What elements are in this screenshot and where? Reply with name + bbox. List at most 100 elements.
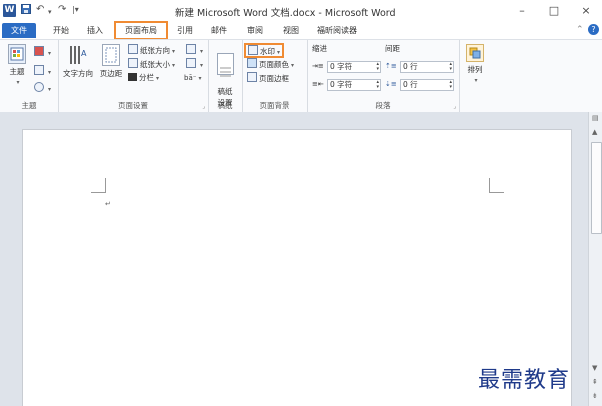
tab-mailings[interactable]: 邮件 [204,23,234,38]
theme-fonts-icon [34,65,44,75]
word-window: W ↶ ▾ ↷ |▾ 新建 Microsoft Word 文档.docx - M… [0,0,602,406]
size-button[interactable]: 纸张大小 ▾ [128,58,175,69]
columns-button[interactable]: 分栏 ▾ [128,72,159,83]
theme-colors-icon [34,46,44,56]
watermark-button[interactable]: 水印 ▾ [244,43,285,58]
indent-title: 缩进 [312,44,327,53]
group-paragraph: 缩进 间距 ⇥≡ 0 字符 ▴ ▾ ≡⇤ 0 字符 ▴ ▾ ⇡≡ 0 行 ▴ ▾ ⇣≡ 0 … [307,40,460,112]
previous-page-icon[interactable]: ⇞ [592,378,598,386]
page-color-button[interactable]: 页面颜色 ▾ [247,58,294,69]
theme-colors-button[interactable]: ▾ [34,46,51,57]
spacing-title: 间距 [385,44,400,53]
redo-icon[interactable]: ↷ [58,4,66,16]
brand-watermark-text: 最需教育 [478,368,571,393]
group-draft-paper: 稿纸 设置 稿纸 [208,40,243,112]
page-color-icon [247,58,257,68]
themes-dropdown-icon: ▾ [16,79,20,86]
tab-view[interactable]: 视图 [276,23,306,38]
breaks-button[interactable]: ▾ [186,44,203,55]
tab-review[interactable]: 审阅 [240,23,270,38]
theme-fonts-button[interactable]: ▾ [34,65,51,76]
title-bar: W ↶ ▾ ↷ |▾ 新建 Microsoft Word 文档.docx - M… [0,0,602,23]
watermark-icon [248,45,258,55]
spin-arrows-icon[interactable]: ▴ ▾ [376,80,379,90]
tab-file[interactable]: 文件 [2,23,36,38]
line-numbers-button[interactable]: ▾ [186,58,203,69]
spacing-after-input[interactable]: 0 行 ▴ ▾ [400,79,454,91]
breaks-icon [186,44,196,54]
theme-effects-button[interactable]: ▾ [34,82,51,93]
arrange-icon [466,44,484,62]
arrange-label: 排列 [467,65,483,74]
vertical-scrollbar[interactable]: ▤ ▲ ▼ ⇞ ⇟ [588,112,602,406]
svg-text:A: A [81,49,87,58]
spin-arrows-icon[interactable]: ▴ ▾ [376,62,379,72]
quick-access-dropdown-icon[interactable]: |▾ [72,4,79,16]
save-icon[interactable] [21,4,31,18]
scroll-down-icon[interactable]: ▼ [592,364,597,372]
themes-button[interactable]: 主题 ▾ [5,44,29,86]
page-color-label: 页面颜色 [259,60,289,69]
crop-mark-top-left [91,178,106,193]
group-paragraph-label: 段落 [375,101,391,110]
orientation-button[interactable]: 纸张方向 ▾ [128,44,175,55]
paragraph-mark-icon: ↵ [105,200,111,208]
margins-icon [102,44,120,66]
word-app-icon[interactable]: W [3,4,16,17]
paper-size-icon [128,58,138,68]
help-icon[interactable]: ? [588,24,599,35]
minimize-button[interactable]: – [510,3,534,19]
ribbon-page-layout: 主题 ▾ ▾ ▾ ▾ 主题 A 文字方向 页边距 纸张方向 ▾ 纸张大小 ▾ 分… [0,39,602,113]
theme-effects-icon [34,82,44,92]
orientation-icon [128,44,138,54]
spin-arrows-icon[interactable]: ▴ ▾ [449,62,452,72]
spacing-before-icon: ⇡≡ [385,62,397,70]
ruler-toggle-icon[interactable]: ▤ [592,114,599,122]
margins-button[interactable]: 页边距 [96,44,126,79]
spacing-after-icon: ⇣≡ [385,80,397,88]
ribbon-tab-bar: 文件 开始 插入 页面布局 引用 邮件 审阅 视图 福昕阅读器 ⌃ ? [0,21,602,40]
scroll-thumb[interactable] [591,142,602,234]
group-themes: 主题 ▾ ▾ ▾ ▾ 主题 [0,40,59,112]
tab-foxit-reader[interactable]: 福昕阅读器 [312,23,362,38]
group-arrange: 排列 ▾ [459,40,491,112]
maximize-button[interactable]: □ [542,3,566,19]
text-direction-button[interactable]: A 文字方向 [61,44,95,79]
spacing-before-input[interactable]: 0 行 ▴ ▾ [400,61,454,73]
undo-dropdown-icon[interactable]: ▾ [48,6,52,18]
page-border-label: 页面边框 [259,74,289,83]
arrange-button[interactable]: 排列 ▾ [463,44,487,84]
page-border-button[interactable]: 页面边框 [247,72,289,83]
columns-label: 分栏 [139,73,154,82]
watermark-label: 水印 [260,47,275,56]
size-label: 纸张大小 [140,60,170,69]
indent-left-input[interactable]: 0 字符 ▴ ▾ [327,61,381,73]
next-page-icon[interactable]: ⇟ [592,392,598,400]
scroll-up-icon[interactable]: ▲ [592,128,597,136]
group-page-setup: A 文字方向 页边距 纸张方向 ▾ 纸张大小 ▾ 分栏 ▾ ▾ ▾ bā⁻ ▾ ⌟ 页面… [58,40,209,112]
line-numbers-icon [186,58,196,68]
columns-icon [128,73,137,81]
group-page-setup-label: 页面设置 [118,101,148,110]
orientation-label: 纸张方向 [140,46,170,55]
window-title: 新建 Microsoft Word 文档.docx - Microsoft Wo… [175,8,396,19]
page-border-icon [247,72,257,82]
close-button[interactable]: × [574,3,598,19]
themes-label: 主题 [9,67,25,76]
undo-icon[interactable]: ↶ [36,4,44,16]
hyphenation-button[interactable]: bā⁻ ▾ [184,72,201,83]
indent-right-icon: ≡⇤ [312,80,324,88]
tab-insert[interactable]: 插入 [80,23,110,38]
group-themes-label: 主题 [21,101,37,110]
spin-arrows-icon[interactable]: ▴ ▾ [449,80,452,90]
ribbon-collapse-icon[interactable]: ⌃ [576,25,584,35]
group-page-background-label: 页面背景 [259,101,290,110]
margins-label: 页边距 [99,69,123,78]
indent-right-input[interactable]: 0 字符 ▴ ▾ [327,79,381,91]
tab-page-layout[interactable]: 页面布局 [114,21,168,40]
arrange-dropdown-icon: ▾ [474,77,478,84]
tab-home[interactable]: 开始 [46,23,76,38]
draft-paper-button[interactable]: 稿纸 设置 [212,44,238,108]
tab-references[interactable]: 引用 [170,23,200,38]
themes-icon [8,44,26,64]
